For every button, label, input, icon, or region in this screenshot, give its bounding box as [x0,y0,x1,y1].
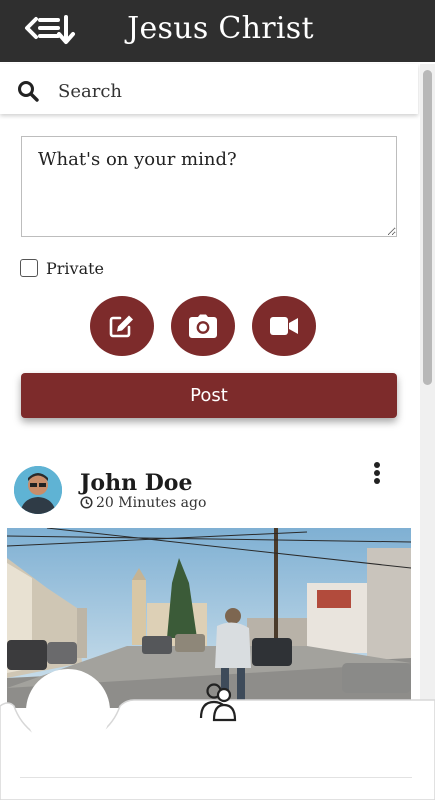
clock-icon [80,496,93,509]
center-action-button[interactable] [26,669,110,753]
edit-icon [109,315,133,338]
search-bar [0,64,418,114]
app-header: Jesus Christ [0,0,435,62]
add-video-button[interactable] [252,296,316,356]
search-icon[interactable] [17,80,39,102]
search-input[interactable] [56,76,400,106]
post-time: 20 Minutes ago [80,495,206,511]
post-time-text: 20 Minutes ago [96,495,207,511]
scrollbar-thumb[interactable] [423,70,432,385]
private-label: Private [46,259,105,278]
write-post-button[interactable] [90,296,154,356]
scrollbar[interactable] [420,64,435,704]
more-vertical-icon[interactable] [366,460,388,490]
avatar[interactable] [14,466,62,514]
avatar-image [14,466,62,514]
video-icon [270,317,298,335]
private-checkbox[interactable] [20,259,38,277]
post-button[interactable]: Post [21,373,397,418]
divider [20,777,412,778]
add-photo-button[interactable] [171,296,235,356]
status-input[interactable] [21,136,397,237]
post-author[interactable]: John Doe [80,470,192,496]
people-icon[interactable] [196,680,240,722]
camera-icon [189,314,217,338]
page-title: Jesus Christ [127,11,314,46]
